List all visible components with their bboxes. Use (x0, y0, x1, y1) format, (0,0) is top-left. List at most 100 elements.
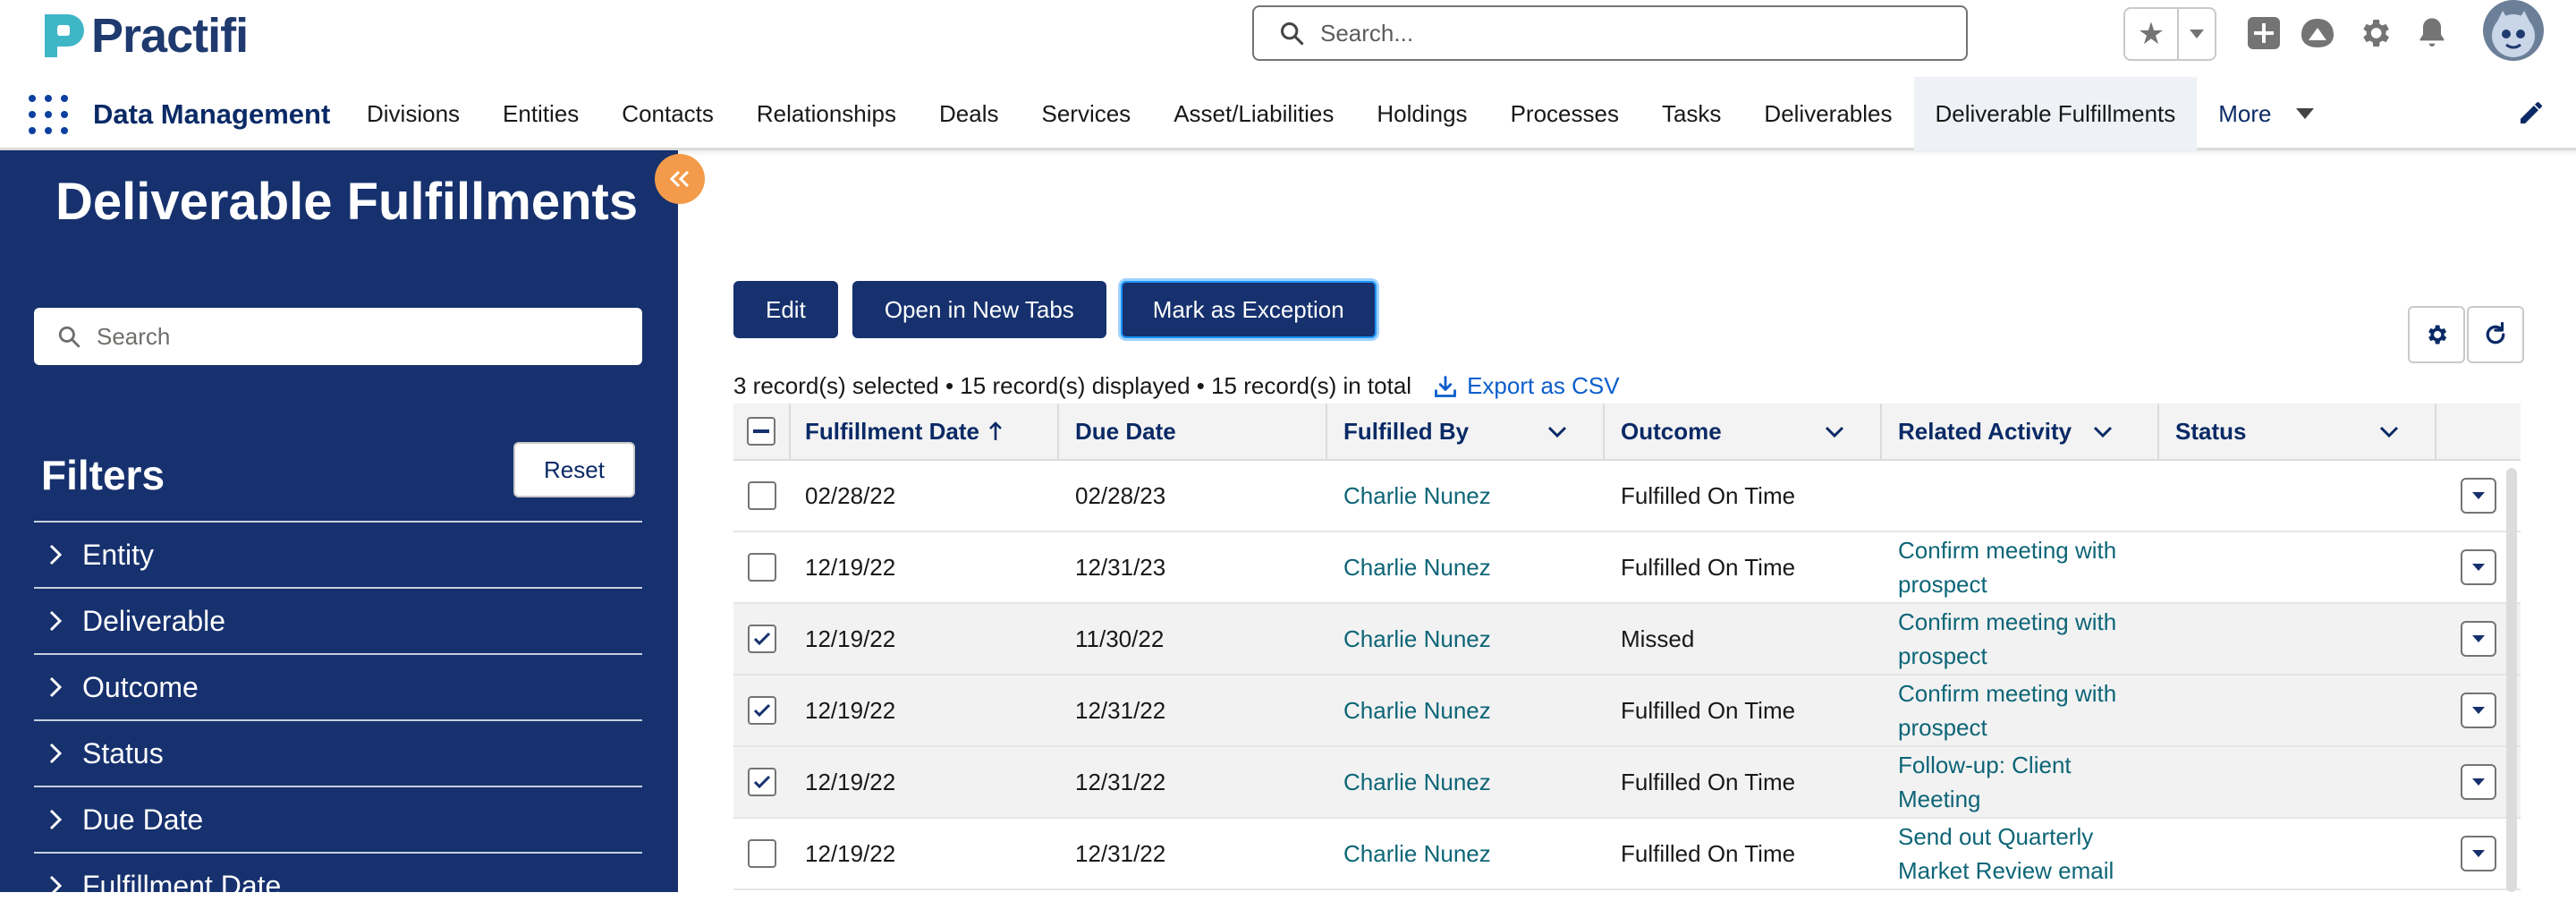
row-checkbox[interactable] (748, 625, 776, 653)
filter-due-date[interactable]: Due Date (34, 786, 642, 852)
trailhead-button[interactable] (2297, 13, 2338, 54)
logo-wordmark: Practifi (91, 9, 249, 63)
cell-related-activity-link[interactable]: Confirm meeting with prospect (1882, 676, 2159, 745)
export-csv-link[interactable]: Export as CSV (1433, 372, 1620, 400)
cell-related-activity-link[interactable]: Confirm meeting with prospect (1882, 532, 2159, 602)
table-row[interactable]: 12/19/22 12/31/22 Charlie Nunez Fulfille… (733, 676, 2521, 747)
cell-fulfilled-by-link[interactable]: Charlie Nunez (1327, 604, 1605, 674)
row-actions-menu-button[interactable] (2461, 693, 2496, 728)
cell-related-activity-link[interactable]: Follow-up: Client Meeting (1882, 747, 2159, 817)
cell-related-activity-link[interactable] (1882, 461, 2159, 531)
nav-item-relationships[interactable]: Relationships (735, 77, 918, 150)
notifications-button[interactable] (2411, 13, 2453, 54)
filter-label: Entity (82, 538, 155, 571)
refresh-button[interactable] (2467, 306, 2524, 363)
reset-filters-button[interactable]: Reset (513, 442, 635, 497)
nav-item-entities[interactable]: Entities (481, 77, 600, 150)
nav-item-tasks[interactable]: Tasks (1640, 77, 1742, 150)
nav-more-menu[interactable]: More (2197, 77, 2335, 150)
table-row[interactable]: 12/19/22 11/30/22 Charlie Nunez Missed C… (733, 604, 2521, 676)
row-checkbox[interactable] (748, 481, 776, 510)
row-actions-menu-button[interactable] (2461, 764, 2496, 800)
filter-fulfillment-date[interactable]: Fulfillment Date (34, 852, 642, 918)
table-row[interactable]: 12/19/22 12/31/22 Charlie Nunez Fulfille… (733, 819, 2521, 890)
cell-outcome: Fulfilled On Time (1621, 553, 1796, 581)
bell-icon (2419, 18, 2445, 47)
select-all-checkbox[interactable] (747, 417, 775, 446)
favorites-dropdown-button[interactable] (2179, 9, 2215, 59)
cell-related-activity-link[interactable]: Confirm meeting with prospect (1882, 604, 2159, 674)
collapse-sidebar-button[interactable] (655, 154, 705, 204)
cell-fulfilled-by-link[interactable]: Charlie Nunez (1327, 532, 1605, 602)
row-actions-menu-button[interactable] (2461, 621, 2496, 657)
cell-fulfilled-by-link[interactable]: Charlie Nunez (1327, 676, 1605, 745)
cell-related-activity-link[interactable]: Send out Quarterly Market Review email (1882, 819, 2159, 888)
filter-deliverable[interactable]: Deliverable (34, 587, 642, 653)
column-label: Outcome (1621, 417, 1722, 445)
cell-fulfilled-by-link[interactable]: Charlie Nunez (1327, 461, 1605, 531)
column-header-related-activity[interactable]: Related Activity (1882, 404, 2159, 459)
pencil-icon (2521, 102, 2542, 123)
global-search-input[interactable] (1320, 19, 1928, 47)
table-row[interactable]: 12/19/22 12/31/23 Charlie Nunez Fulfille… (733, 532, 2521, 604)
chevron-down-icon (1547, 426, 1567, 438)
row-checkbox[interactable] (748, 696, 776, 725)
launcher-dot (29, 95, 36, 102)
chevron-down-icon (2093, 426, 2113, 438)
nav-item-holdings[interactable]: Holdings (1355, 77, 1488, 150)
edit-nav-button[interactable] (2517, 98, 2547, 129)
filter-entity[interactable]: Entity (34, 521, 642, 587)
chevron-right-icon (34, 543, 77, 566)
global-header: Practifi ★ (0, 0, 2576, 77)
cell-fulfilled-by-link[interactable]: Charlie Nunez (1327, 819, 1605, 888)
column-header-outcome[interactable]: Outcome (1605, 404, 1882, 459)
column-header-fulfilled-by[interactable]: Fulfilled By (1327, 404, 1605, 459)
table-row[interactable]: 02/28/22 02/28/23 Charlie Nunez Fulfille… (733, 461, 2521, 532)
cell-fulfillment-date: 12/19/22 (805, 625, 896, 652)
chevron-right-icon (34, 742, 77, 765)
row-checkbox[interactable] (748, 553, 776, 582)
nav-item-services[interactable]: Services (1020, 77, 1152, 150)
filters-heading: Filters (41, 452, 165, 498)
table-row[interactable]: 12/19/22 12/31/22 Charlie Nunez Fulfille… (733, 747, 2521, 819)
open-in-new-tabs-button[interactable]: Open in New Tabs (852, 281, 1106, 338)
cell-fulfillment-date: 12/19/22 (805, 768, 896, 795)
nav-item-deals[interactable]: Deals (918, 77, 1020, 150)
column-header-due-date[interactable]: Due Date (1059, 404, 1327, 459)
app-launcher-button[interactable] (29, 95, 68, 134)
nav-item-divisions[interactable]: Divisions (345, 77, 481, 150)
nav-item-processes[interactable]: Processes (1489, 77, 1640, 150)
cell-status (2159, 819, 2436, 888)
nav-item-deliverables[interactable]: Deliverables (1742, 77, 1913, 150)
sidebar-search[interactable] (34, 308, 642, 365)
nav-item-asset-liabilities[interactable]: Asset/Liabilities (1152, 77, 1355, 150)
practifi-logo[interactable]: Practifi (41, 9, 249, 63)
filter-outcome[interactable]: Outcome (34, 653, 642, 719)
edit-button[interactable]: Edit (733, 281, 838, 338)
sidebar-search-input[interactable] (97, 322, 597, 351)
cell-fulfillment-date: 12/19/22 (805, 839, 896, 867)
mark-as-exception-button[interactable]: Mark as Exception (1120, 281, 1377, 338)
user-avatar[interactable] (2483, 0, 2544, 61)
row-select-cell (733, 819, 791, 888)
column-header-status[interactable]: Status (2159, 404, 2436, 459)
row-actions-menu-button[interactable] (2461, 836, 2496, 871)
refresh-icon (2486, 321, 2505, 344)
table-scrollbar[interactable] (2506, 468, 2517, 892)
nav-item-contacts[interactable]: Contacts (600, 77, 735, 150)
cell-status (2159, 747, 2436, 817)
global-search[interactable] (1252, 5, 1968, 61)
nav-item-deliverable-fulfillments[interactable]: Deliverable Fulfillments (1913, 77, 2198, 150)
row-actions-menu-button[interactable] (2461, 549, 2496, 585)
list-settings-button[interactable] (2408, 306, 2465, 363)
filter-status[interactable]: Status (34, 719, 642, 786)
cell-fulfilled-by-link[interactable]: Charlie Nunez (1327, 747, 1605, 817)
column-header-fulfillment-date[interactable]: Fulfillment Date (791, 404, 1059, 459)
favorites-star-button[interactable]: ★ (2125, 9, 2179, 59)
row-actions-menu-button[interactable] (2461, 478, 2496, 514)
row-checkbox[interactable] (748, 839, 776, 868)
global-create-button[interactable] (2243, 13, 2284, 54)
cell-status (2159, 604, 2436, 674)
row-checkbox[interactable] (748, 768, 776, 796)
setup-button[interactable] (2354, 13, 2395, 54)
